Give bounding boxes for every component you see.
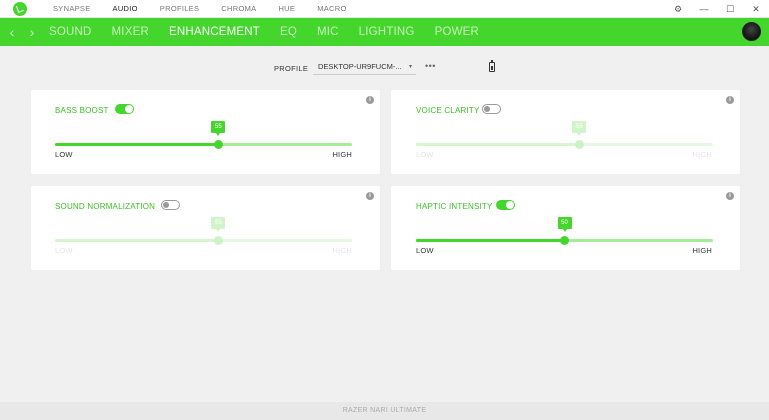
more-options-icon[interactable]: ••• — [425, 61, 436, 71]
avatar[interactable] — [742, 22, 761, 41]
slider-low-label: LOW — [416, 150, 434, 159]
voice-clarity-slider[interactable]: 55 — [416, 121, 713, 149]
sound-normalization-card: SOUND NORMALIZATION i 55 LOW HIGH — [31, 186, 380, 270]
tab-mixer[interactable]: MIXER — [112, 26, 149, 38]
slider-fill — [416, 143, 580, 146]
device-footer: RAZER NARI ULTIMATE — [0, 402, 769, 420]
title-bar: SYNAPSE AUDIO PROFILES CHROMA HUE MACRO … — [0, 0, 769, 18]
sound-normalization-slider[interactable]: 55 — [55, 217, 352, 245]
slider-high-label: HIGH — [692, 246, 712, 255]
slider-value-badge: 55 — [572, 121, 587, 136]
slider-value-badge: 55 — [211, 217, 226, 232]
chevron-down-icon: ▾ — [408, 64, 412, 70]
tab-power[interactable]: POWER — [435, 26, 479, 38]
maximize-button[interactable]: ☐ — [717, 4, 743, 15]
slider-high-label: HIGH — [692, 150, 712, 159]
profile-dropdown[interactable]: DESKTOP-UR9FUCM-... ▾ — [313, 60, 416, 75]
slider-fill — [55, 239, 219, 242]
battery-icon — [489, 60, 495, 72]
tab-sound[interactable]: SOUND — [49, 26, 92, 38]
profile-value: DESKTOP-UR9FUCM-... — [318, 62, 402, 71]
haptic-intensity-title: HAPTIC INTENSITY — [416, 202, 493, 211]
settings-icon[interactable]: ⚙ — [665, 4, 691, 15]
bass-boost-title: BASS BOOST — [55, 106, 109, 115]
top-nav: SYNAPSE AUDIO PROFILES CHROMA HUE MACRO — [53, 4, 369, 13]
close-button[interactable]: ✕ — [743, 4, 769, 15]
bass-boost-toggle[interactable] — [115, 104, 134, 114]
tab-eq[interactable]: EQ — [280, 26, 297, 38]
slider-thumb[interactable] — [560, 236, 569, 245]
bass-boost-slider[interactable]: 55 — [55, 121, 352, 149]
haptic-intensity-toggle[interactable] — [496, 200, 515, 210]
haptic-intensity-slider[interactable]: 50 — [416, 217, 713, 245]
slider-high-label: HIGH — [332, 246, 352, 255]
sound-normalization-toggle[interactable] — [161, 200, 180, 210]
voice-clarity-card: VOICE CLARITY i 55 LOW HIGH — [391, 90, 740, 174]
sub-nav-bar: ‹ › SOUND MIXER ENHANCEMENT EQ MIC LIGHT… — [0, 18, 769, 46]
info-icon[interactable]: i — [366, 96, 374, 104]
top-nav-audio[interactable]: AUDIO — [113, 4, 138, 13]
slider-high-label: HIGH — [332, 150, 352, 159]
tab-lighting[interactable]: LIGHTING — [359, 26, 415, 38]
slider-thumb[interactable] — [574, 140, 584, 149]
haptic-intensity-card: HAPTIC INTENSITY i 50 LOW HIGH — [391, 186, 740, 270]
slider-thumb[interactable] — [213, 236, 223, 245]
slider-thumb[interactable] — [213, 140, 223, 149]
top-nav-macro[interactable]: MACRO — [317, 4, 346, 13]
forward-arrow-icon[interactable]: › — [22, 24, 42, 40]
slider-fill — [55, 143, 219, 146]
slider-low-label: LOW — [416, 246, 434, 255]
minimize-button[interactable]: — — [691, 4, 717, 14]
profile-label: PROFILE — [274, 64, 309, 73]
top-nav-chroma[interactable]: CHROMA — [221, 4, 256, 13]
bass-boost-card: BASS BOOST i 55 LOW HIGH — [31, 90, 380, 174]
info-icon[interactable]: i — [726, 192, 734, 200]
slider-value-badge: 50 — [557, 217, 572, 232]
slider-fill — [416, 239, 565, 242]
slider-low-label: LOW — [55, 246, 73, 255]
info-icon[interactable]: i — [726, 96, 734, 104]
tab-mic[interactable]: MIC — [317, 26, 339, 38]
top-nav-hue[interactable]: HUE — [278, 4, 295, 13]
tab-enhancement[interactable]: ENHANCEMENT — [169, 26, 260, 38]
slider-value-badge: 55 — [211, 121, 226, 136]
window-controls: ⚙ — ☐ ✕ — [665, 0, 769, 18]
razer-logo-icon[interactable] — [13, 1, 27, 16]
info-icon[interactable]: i — [366, 192, 374, 200]
voice-clarity-toggle[interactable] — [482, 104, 501, 114]
voice-clarity-title: VOICE CLARITY — [416, 106, 480, 115]
sub-nav: SOUND MIXER ENHANCEMENT EQ MIC LIGHTING … — [49, 26, 499, 38]
top-nav-profiles[interactable]: PROFILES — [160, 4, 200, 13]
slider-low-label: LOW — [55, 150, 73, 159]
sound-normalization-title: SOUND NORMALIZATION — [55, 202, 156, 211]
back-arrow-icon[interactable]: ‹ — [2, 24, 22, 40]
top-nav-synapse[interactable]: SYNAPSE — [53, 4, 91, 13]
